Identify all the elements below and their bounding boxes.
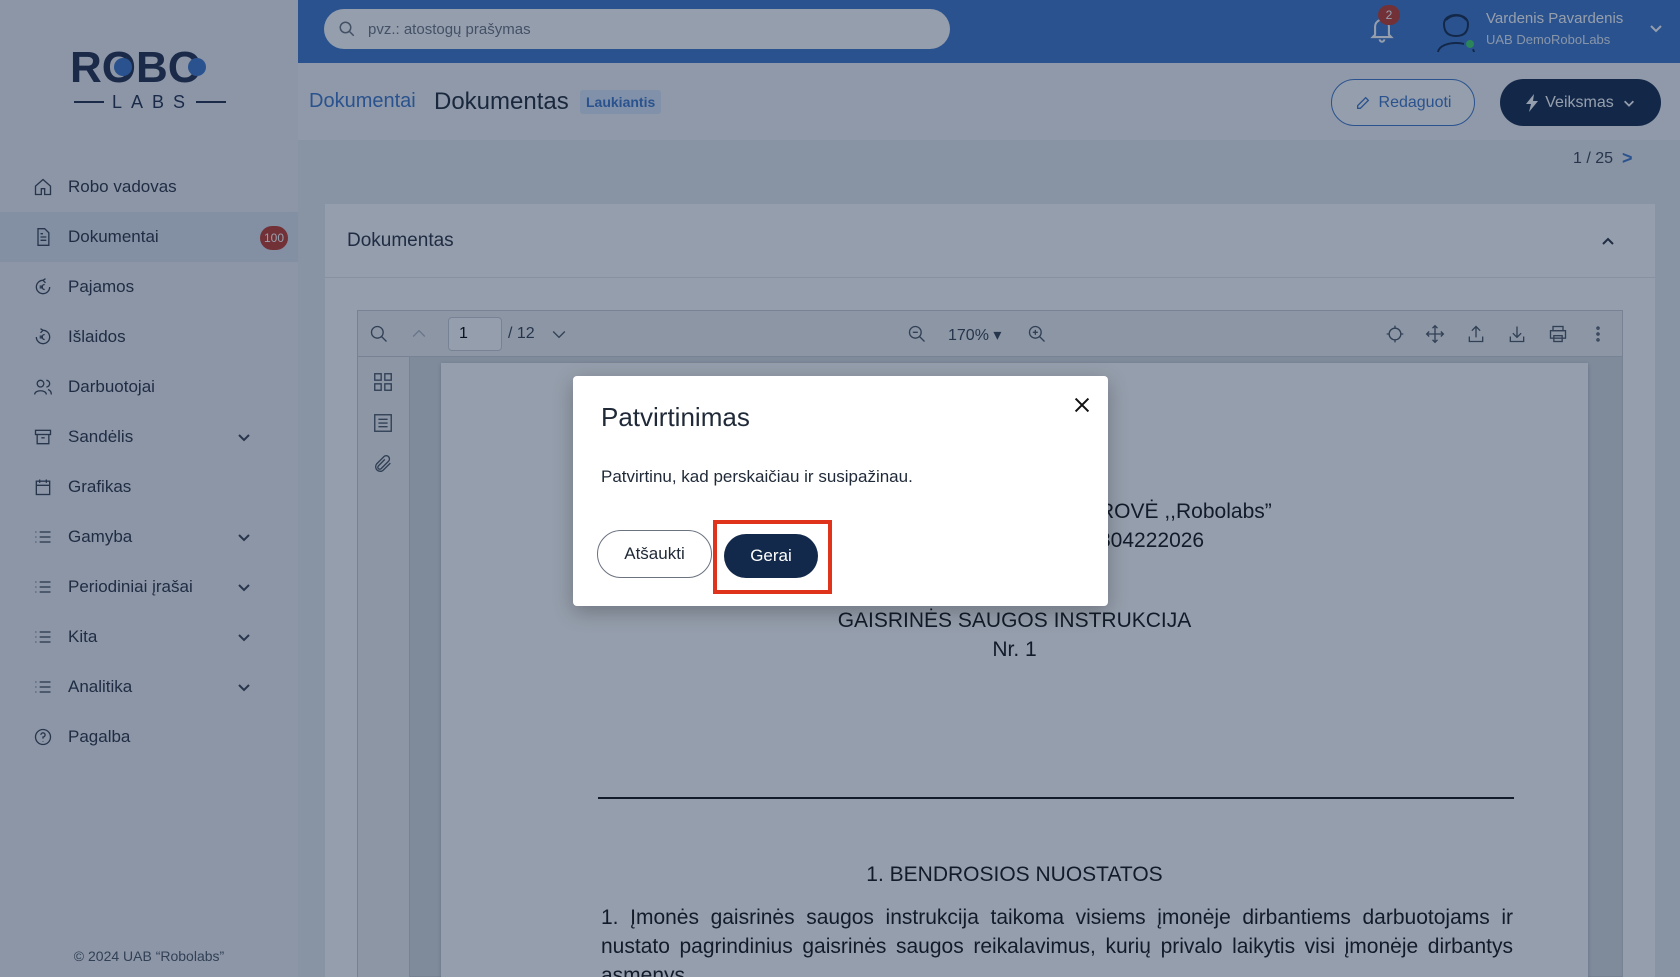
ok-button[interactable]: Gerai xyxy=(724,534,818,578)
modal-message: Patvirtinu, kad perskaičiau ir susipažin… xyxy=(601,467,913,486)
cancel-button[interactable]: Atšaukti xyxy=(597,530,712,578)
modal-title: Patvirtinimas xyxy=(601,402,750,432)
close-icon[interactable] xyxy=(1071,394,1095,418)
confirmation-modal: Patvirtinimas Patvirtinu, kad perskaičia… xyxy=(573,376,1108,606)
